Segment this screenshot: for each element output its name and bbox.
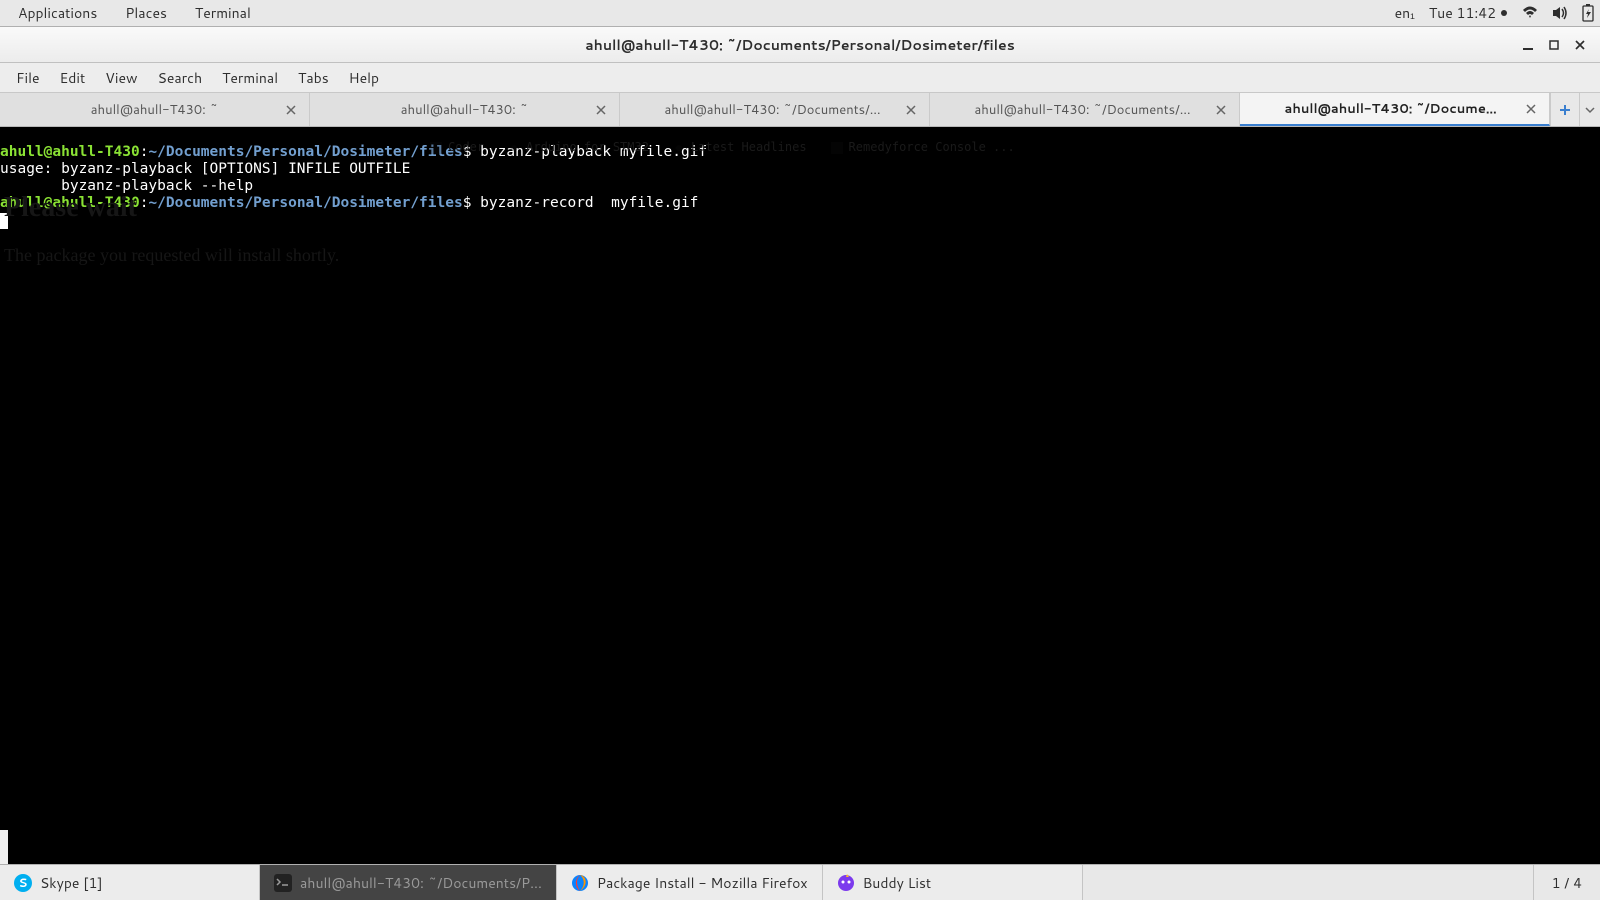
tab-overflow-button[interactable] (1580, 93, 1600, 126)
firefox-icon (571, 874, 589, 892)
window-titlebar: ahull@ahull-T430: ~/Documents/Personal/D… (0, 27, 1600, 63)
workspace-indicator[interactable]: 1 / 4 (1533, 865, 1600, 900)
menu-terminal[interactable]: Terminal (183, 0, 263, 26)
terminal-tab[interactable]: ahull@ahull-T430: ~ (310, 93, 620, 126)
tab-label: ahull@ahull-T430: ~/Documents/P... (665, 101, 885, 119)
tab-close-icon[interactable] (595, 104, 607, 116)
menu-search[interactable]: Search (148, 64, 213, 92)
new-tab-button[interactable] (1550, 93, 1580, 126)
window-minimize-button[interactable] (1520, 37, 1536, 53)
ghost-bookmark: Latest Headlines (673, 139, 807, 156)
ghost-bookmark: Coder (430, 139, 484, 156)
menu-file[interactable]: File (6, 64, 50, 92)
task-label: Skype [1] (40, 873, 103, 893)
prompt-path: ~/Documents/Personal/Dosimeter/files (148, 195, 462, 211)
pidgin-icon (837, 874, 855, 892)
left-edge-artifact (0, 830, 8, 864)
menu-tabs[interactable]: Tabs (288, 64, 339, 92)
svg-text:S: S (19, 874, 28, 891)
tab-label: ahull@ahull-T430: ~ (401, 101, 528, 119)
terminal-viewport[interactable]: ahull@ahull-T430:~/Documents/Personal/Do… (0, 127, 1600, 864)
top-panel-menus: Applications Places Terminal (6, 0, 263, 26)
wifi-icon[interactable] (1522, 6, 1538, 20)
taskbar-item-firefox[interactable]: Package Install - Mozilla Firefox (557, 865, 823, 900)
terminal-menubar: File Edit View Search Terminal Tabs Help (0, 63, 1600, 93)
terminal-icon (274, 874, 292, 892)
bottom-taskbar: S Skype [1] ahull@ahull-T430: ~/Document… (0, 864, 1600, 900)
prompt-path: ~/Documents/Personal/Dosimeter/files (148, 144, 462, 160)
clock[interactable]: Tue 11:42 (1429, 3, 1508, 23)
window-title: ahull@ahull-T430: ~/Documents/Personal/D… (0, 35, 1600, 55)
ghost-bookmark: Arduino for STM32 (508, 139, 649, 156)
task-label: Buddy List (863, 873, 932, 893)
task-label: ahull@ahull-T430: ~/Documents/P... (300, 873, 542, 893)
taskbar-item-skype[interactable]: S Skype [1] (0, 865, 260, 900)
terminal-tab[interactable]: ahull@ahull-T430: ~/Documents/P... (930, 93, 1240, 126)
tab-close-icon[interactable] (905, 104, 917, 116)
tab-label: ahull@ahull-T430: ~/Documents/P... (975, 101, 1195, 119)
ghost-bookmark: Remedyforce Console ... (831, 139, 1015, 156)
battery-icon[interactable] (1582, 4, 1594, 22)
tab-close-icon[interactable] (285, 104, 297, 116)
tab-close-icon[interactable] (1525, 103, 1537, 115)
terminal-tab[interactable]: ahull@ahull-T430: ~ (0, 93, 310, 126)
tab-label: ahull@ahull-T430: ~ (91, 101, 218, 119)
taskbar-item-terminal[interactable]: ahull@ahull-T430: ~/Documents/P... (260, 865, 557, 900)
menu-view[interactable]: View (95, 64, 147, 92)
clock-text: Tue 11:42 (1429, 3, 1496, 23)
prompt-end: $ (463, 195, 480, 211)
menu-places[interactable]: Places (113, 0, 179, 26)
tab-label: ahull@ahull-T430: ~/Documents/P... (1285, 100, 1505, 118)
window-maximize-button[interactable] (1546, 37, 1562, 53)
top-panel-status: en₁ Tue 11:42 (1395, 3, 1594, 23)
menu-terminal[interactable]: Terminal (212, 64, 288, 92)
volume-icon[interactable] (1552, 6, 1568, 20)
menu-help[interactable]: Help (339, 64, 389, 92)
skype-icon: S (14, 874, 32, 892)
prompt-user: ahull@ahull-T430 (0, 144, 140, 160)
tab-close-icon[interactable] (1215, 104, 1227, 116)
circle-icon (1500, 9, 1508, 17)
task-label: Package Install - Mozilla Firefox (597, 873, 808, 893)
keyboard-indicator[interactable]: en₁ (1395, 3, 1415, 23)
gnome-top-panel: Applications Places Terminal en₁ Tue 11:… (0, 0, 1600, 27)
ghost-bookmarks-row: Coder Arduino for STM32 Latest Headlines… (430, 139, 1015, 156)
terminal-tab-active[interactable]: ahull@ahull-T430: ~/Documents/P... (1240, 93, 1550, 126)
terminal-tabbar: ahull@ahull-T430: ~ ahull@ahull-T430: ~ … (0, 93, 1600, 127)
window-controls (1520, 37, 1600, 53)
ghost-heading: Please wait (4, 199, 137, 216)
terminal-tab[interactable]: ahull@ahull-T430: ~/Documents/P... (620, 93, 930, 126)
window-close-button[interactable] (1572, 37, 1588, 53)
menu-edit[interactable]: Edit (50, 64, 96, 92)
ghost-subtext: The package you requested will install s… (4, 247, 339, 264)
chevron-down-icon (1585, 105, 1595, 115)
terminal-output: usage: byzanz-playback [OPTIONS] INFILE … (0, 161, 410, 177)
menu-applications[interactable]: Applications (6, 0, 109, 26)
terminal-command: byzanz-record myfile.gif (480, 195, 698, 211)
taskbar-item-pidgin[interactable]: Buddy List (823, 865, 1083, 900)
